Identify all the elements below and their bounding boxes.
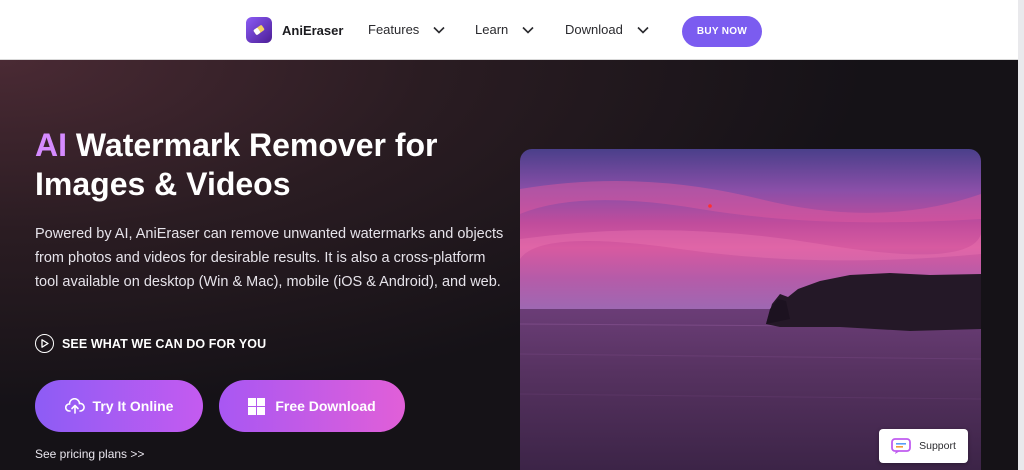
free-download-button[interactable]: Free Download: [219, 380, 405, 432]
free-download-label: Free Download: [275, 398, 376, 414]
brand-name: AniEraser: [282, 22, 344, 38]
chevron-down-icon: [637, 26, 649, 34]
try-it-online-label: Try It Online: [92, 398, 174, 414]
nav-download-label: Download: [565, 22, 623, 37]
aneraser-logo-icon: [246, 17, 272, 43]
chevron-down-icon: [433, 26, 445, 34]
brand-logo-link[interactable]: AniEraser: [246, 17, 343, 43]
cloud-upload-icon: [64, 398, 85, 414]
support-label: Support: [919, 440, 956, 452]
nav-features[interactable]: Features: [368, 22, 445, 37]
nav-learn-label: Learn: [475, 22, 509, 37]
nav-download[interactable]: Download: [565, 22, 649, 37]
headline-text: Watermark Remover for Images & Videos: [35, 127, 438, 202]
buy-now-button[interactable]: BUY NOW: [682, 16, 762, 47]
see-what-we-can-do-link[interactable]: SEE WHAT WE CAN DO FOR YOU: [35, 334, 266, 353]
page-title: AI Watermark Remover for Images & Videos: [35, 126, 495, 204]
hero-description: Powered by AI, AniEraser can remove unwa…: [35, 226, 504, 290]
chevron-down-icon: [522, 26, 534, 34]
hero-sunset-image: [520, 149, 981, 470]
top-navigation-bar: AniEraser Features Learn Download BUY NO…: [0, 0, 1024, 60]
chat-icon: [891, 437, 912, 454]
page-scrollbar[interactable]: [1018, 0, 1024, 470]
try-it-online-button[interactable]: Try It Online: [35, 380, 203, 432]
windows-icon: [248, 397, 266, 415]
support-chat-button[interactable]: Support: [879, 429, 968, 463]
see-pricing-plans-link[interactable]: See pricing plans >>: [35, 447, 144, 461]
nav-learn[interactable]: Learn: [475, 22, 534, 37]
nav-features-label: Features: [368, 22, 420, 37]
see-link-label: SEE WHAT WE CAN DO FOR YOU: [62, 336, 267, 351]
play-icon: [35, 334, 54, 353]
headline-accent: AI: [35, 127, 67, 163]
